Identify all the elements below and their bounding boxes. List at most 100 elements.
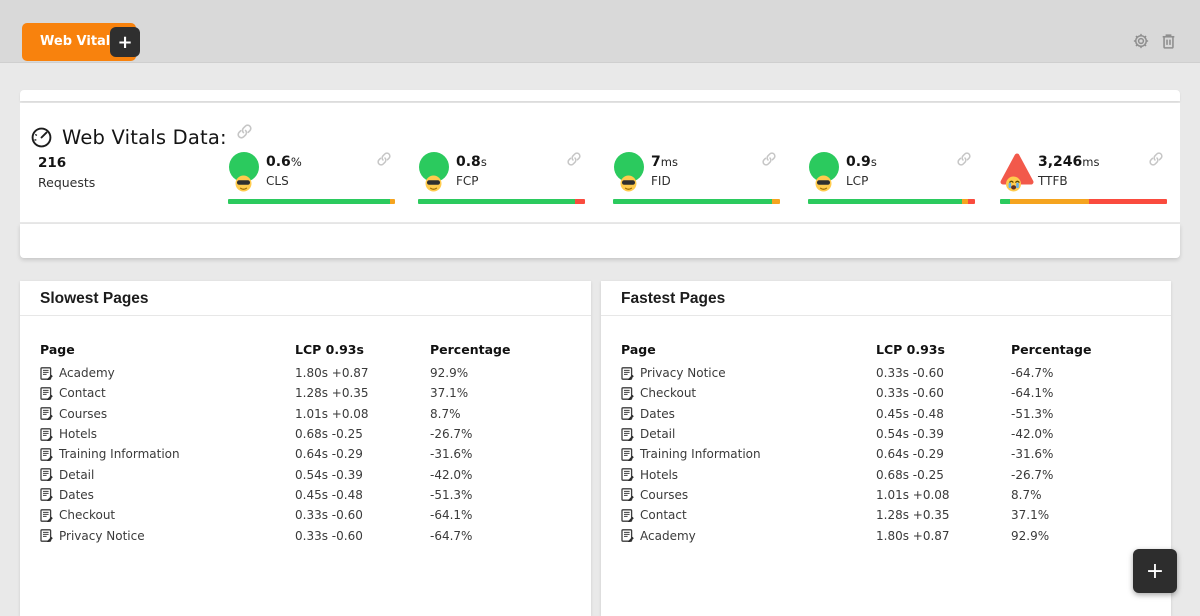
- link-icon[interactable]: [957, 151, 971, 170]
- page-name: Contact: [640, 508, 687, 523]
- row-lcp: 1.28s +0.35: [876, 508, 950, 523]
- table-row[interactable]: Privacy Notice 0.33s -0.60 -64.7%: [621, 363, 1153, 383]
- table-row[interactable]: Contact 1.28s +0.35 37.1%: [40, 383, 573, 403]
- metric-card: 0.9s LCP: [808, 151, 975, 211]
- table-row[interactable]: Privacy Notice 0.33s -0.60 -64.7%: [40, 525, 573, 545]
- metric-bar: [613, 199, 780, 204]
- row-lcp: 1.80s +0.87: [295, 366, 369, 381]
- requests-label: Requests: [38, 175, 96, 190]
- row-percentage: 8.7%: [1011, 487, 1042, 502]
- document-edit-icon: [40, 488, 53, 502]
- table-row[interactable]: Detail 0.54s -0.39 -42.0%: [621, 424, 1153, 444]
- row-percentage: -42.0%: [430, 467, 473, 482]
- cool-face-icon: [614, 152, 644, 192]
- page-name: Courses: [59, 406, 108, 421]
- metric-label: FCP: [456, 174, 479, 188]
- metric-unit: %: [290, 155, 302, 169]
- page-name: Privacy Notice: [59, 528, 145, 543]
- table-row[interactable]: Contact 1.28s +0.35 37.1%: [621, 505, 1153, 525]
- link-icon[interactable]: [377, 151, 391, 170]
- trash-icon[interactable]: [1160, 32, 1178, 50]
- table-row[interactable]: Detail 0.54s -0.39 -42.0%: [40, 464, 573, 484]
- row-percentage: -26.7%: [1011, 467, 1054, 482]
- mood-icon-wrap: [808, 152, 842, 194]
- row-percentage: 92.9%: [430, 366, 469, 381]
- link-icon[interactable]: [237, 123, 252, 143]
- add-widget-button[interactable]: +: [1133, 549, 1177, 593]
- summary-card-top-strip: [20, 90, 1180, 101]
- col-lcp: LCP 0.93s: [876, 341, 945, 357]
- page-name: Dates: [59, 487, 94, 502]
- table-row[interactable]: Training Information 0.64s -0.29 -31.6%: [621, 444, 1153, 464]
- table-row[interactable]: Checkout 0.33s -0.60 -64.1%: [40, 505, 573, 525]
- metric-value-line: 0.6%: [266, 154, 302, 170]
- alert-triangle-icon: [1000, 153, 1034, 192]
- table-row[interactable]: Training Information 0.64s -0.29 -31.6%: [40, 444, 573, 464]
- add-tab-button[interactable]: +: [110, 27, 140, 57]
- document-edit-icon: [40, 468, 53, 482]
- table-row[interactable]: Dates 0.45s -0.48 -51.3%: [40, 485, 573, 505]
- row-percentage: -51.3%: [430, 487, 473, 502]
- row-percentage: -26.7%: [430, 427, 473, 442]
- document-edit-icon: [40, 407, 53, 421]
- page-name: Training Information: [59, 447, 180, 462]
- table-row[interactable]: Checkout 0.33s -0.60 -64.1%: [621, 383, 1153, 403]
- pages-table: Page LCP 0.93s Percentage Academy 1.80s …: [20, 316, 591, 546]
- row-lcp: 0.45s -0.48: [876, 406, 944, 421]
- table-header-row: Page LCP 0.93s Percentage: [621, 337, 1153, 361]
- link-icon[interactable]: [567, 151, 581, 170]
- row-lcp: 0.68s -0.25: [876, 467, 944, 482]
- col-page: Page: [40, 341, 75, 357]
- row-percentage: 37.1%: [1011, 508, 1050, 523]
- row-percentage: 92.9%: [1011, 528, 1050, 543]
- document-edit-icon: [621, 427, 634, 441]
- page-name: Hotels: [59, 427, 98, 442]
- row-lcp: 0.64s -0.29: [295, 447, 363, 462]
- mood-icon-wrap: [613, 152, 647, 194]
- row-lcp: 0.54s -0.39: [295, 467, 363, 482]
- link-icon[interactable]: [762, 151, 776, 170]
- table-header-row: Page LCP 0.93s Percentage: [40, 337, 573, 361]
- panel-title: Fastest Pages: [601, 281, 1171, 316]
- metric-value: 7: [651, 154, 661, 170]
- row-percentage: -64.1%: [1011, 386, 1054, 401]
- row-percentage: -31.6%: [1011, 447, 1054, 462]
- metric-label: TTFB: [1038, 174, 1068, 188]
- page-name: Privacy Notice: [640, 366, 726, 381]
- table-row[interactable]: Academy 1.80s +0.87 92.9%: [40, 363, 573, 383]
- table-row[interactable]: Courses 1.01s +0.08 8.7%: [621, 485, 1153, 505]
- row-lcp: 1.80s +0.87: [876, 528, 950, 543]
- gear-icon[interactable]: [1132, 32, 1150, 50]
- summary-header: Web Vitals Data:: [30, 122, 252, 152]
- metric-unit: s: [480, 155, 487, 169]
- table-row[interactable]: Hotels 0.68s -0.25 -26.7%: [621, 464, 1153, 484]
- link-icon[interactable]: [1149, 151, 1163, 170]
- metric-value-line: 7ms: [651, 154, 678, 170]
- document-edit-icon: [621, 447, 634, 461]
- row-percentage: -64.7%: [1011, 366, 1054, 381]
- table-row[interactable]: Dates 0.45s -0.48 -51.3%: [621, 404, 1153, 424]
- table-row[interactable]: Hotels 0.68s -0.25 -26.7%: [40, 424, 573, 444]
- page-name: Training Information: [640, 447, 761, 462]
- row-lcp: 1.28s +0.35: [295, 386, 369, 401]
- row-percentage: -31.6%: [430, 447, 473, 462]
- table-row[interactable]: Academy 1.80s +0.87 92.9%: [621, 525, 1153, 545]
- gauge-icon: [31, 127, 52, 147]
- metric-card: 3,246ms TTFB: [1000, 151, 1167, 211]
- metric-value-line: 0.9s: [846, 154, 877, 170]
- page-name: Detail: [59, 467, 95, 482]
- page-name: Checkout: [59, 508, 116, 523]
- cool-face-icon: [809, 152, 839, 192]
- metric-bar: [228, 199, 395, 204]
- page-name: Contact: [59, 386, 106, 401]
- page-name: Checkout: [640, 386, 697, 401]
- metric-label: FID: [651, 174, 671, 188]
- document-edit-icon: [40, 529, 53, 543]
- fastest-pages-panel: Fastest Pages Page LCP 0.93s Percentage …: [601, 281, 1171, 616]
- metric-label: CLS: [266, 174, 289, 188]
- row-lcp: 1.01s +0.08: [876, 487, 950, 502]
- document-edit-icon: [40, 387, 53, 400]
- document-edit-icon: [40, 508, 53, 522]
- table-row[interactable]: Courses 1.01s +0.08 8.7%: [40, 404, 573, 424]
- metric-value: 3,246: [1038, 154, 1083, 170]
